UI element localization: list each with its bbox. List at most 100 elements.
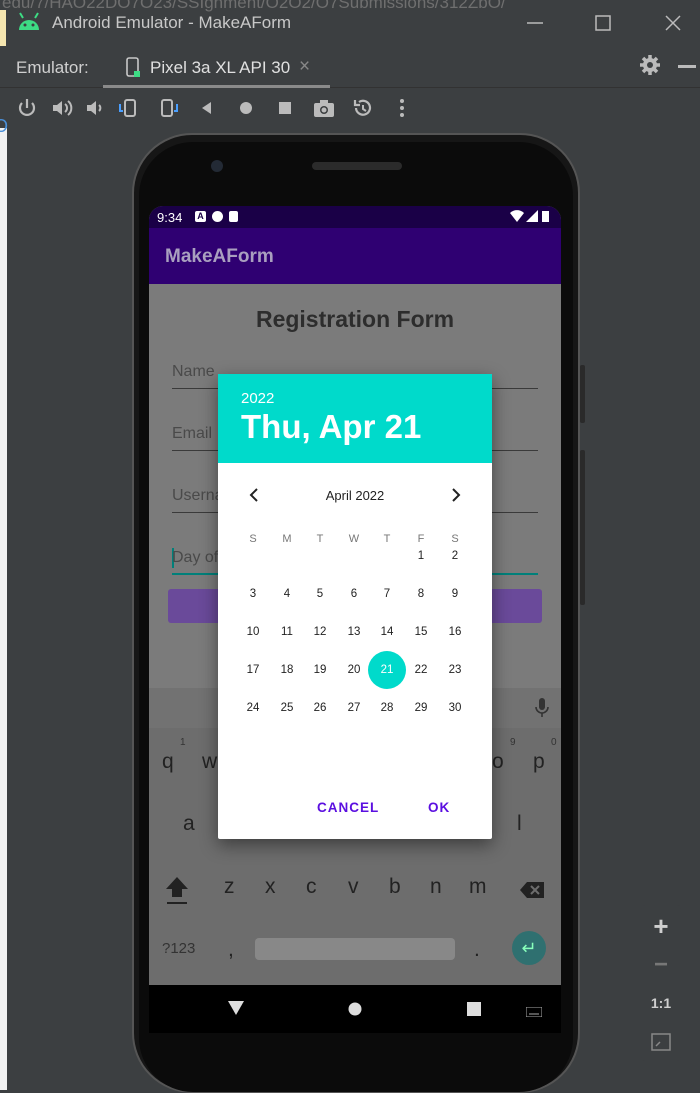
comma-key[interactable]: , — [228, 938, 234, 962]
calendar-day[interactable]: 28 — [368, 689, 406, 727]
key-o[interactable]: o — [492, 750, 504, 774]
date-picker-dialog: 2022 Thu, Apr 21 April 2022 CANCEL OK S M… — [218, 374, 492, 839]
device-tab-label: Pixel 3a XL API 30 — [150, 58, 291, 77]
zoom-out-button[interactable]: − — [641, 951, 681, 979]
zoom-in-button[interactable]: + — [641, 911, 681, 942]
zoom-actual-size-button[interactable]: 1:1 — [641, 995, 681, 1011]
chevron-right-icon[interactable] — [448, 486, 464, 504]
shift-icon[interactable] — [165, 875, 189, 910]
cancel-button[interactable]: CANCEL — [317, 800, 379, 815]
home-icon[interactable] — [234, 96, 258, 120]
emulator-toolbar — [0, 88, 700, 128]
close-window-button[interactable] — [660, 10, 686, 36]
panel-minimize-icon[interactable] — [678, 65, 696, 68]
month-navigation: April 2022 — [218, 482, 492, 508]
screenshot-icon[interactable] — [312, 96, 336, 120]
gear-icon[interactable] — [638, 53, 662, 82]
power-side-button[interactable] — [580, 450, 585, 605]
name-placeholder: Name — [172, 363, 215, 380]
date-picker-header: 2022 Thu, Apr 21 — [218, 374, 492, 463]
space-bar[interactable] — [255, 938, 455, 960]
sdcard-icon — [229, 211, 238, 222]
background-window-text: O — [0, 116, 9, 136]
volume-side-button[interactable] — [580, 365, 585, 423]
calendar-day[interactable]: 7 — [368, 575, 406, 613]
calendar-day[interactable]: 16 — [436, 613, 474, 651]
keyboard-switch-icon[interactable] — [525, 1004, 543, 1022]
key-n[interactable]: n — [430, 875, 442, 899]
emulator-tab-bar: Emulator: Pixel 3a XL API 30 × — [0, 46, 700, 88]
background-url-fragment: edu/7/HAO22DO7O23/SSIgnment/O2O2/O7Submi… — [2, 0, 506, 12]
volume-up-icon[interactable] — [50, 96, 74, 120]
calendar-day[interactable]: 19 — [301, 651, 339, 689]
front-camera — [211, 160, 223, 172]
app-title: MakeAForm — [165, 246, 274, 267]
calendar-day[interactable]: 30 — [436, 689, 474, 727]
calendar-day[interactable]: 2 — [436, 537, 474, 575]
key-w[interactable]: w — [202, 750, 217, 774]
tab-close-icon[interactable]: × — [299, 56, 310, 78]
snapshot-icon[interactable] — [351, 96, 375, 120]
key-number-hint: 9 — [510, 737, 516, 748]
overview-icon[interactable] — [273, 96, 297, 120]
zoom-panel: + − 1:1 — [641, 905, 681, 1061]
weekday-label: T — [383, 533, 391, 545]
mic-icon[interactable] — [535, 698, 549, 723]
weekday-label: T — [316, 533, 324, 545]
maximize-button[interactable] — [590, 10, 616, 36]
weekday-label: M — [282, 533, 292, 545]
calendar-day[interactable]: 15 — [402, 613, 440, 651]
key-z[interactable]: z — [224, 875, 235, 899]
status-time: 9:34 — [157, 210, 183, 225]
calendar-day[interactable]: 24 — [234, 689, 272, 727]
key-q[interactable]: q — [162, 750, 174, 774]
weekday-label: S — [249, 533, 257, 545]
enter-key-icon[interactable]: ↵ — [512, 931, 546, 965]
key-m[interactable]: m — [469, 875, 487, 899]
period-key[interactable]: . — [474, 938, 480, 962]
header-selected-date: Thu, Apr 21 — [241, 408, 422, 445]
header-year[interactable]: 2022 — [241, 390, 274, 407]
calendar-day[interactable]: 26 — [301, 689, 339, 727]
selected-day[interactable]: 21 — [368, 651, 406, 689]
key-v[interactable]: v — [348, 875, 359, 899]
minimize-button[interactable] — [522, 10, 548, 36]
key-x[interactable]: x — [265, 875, 276, 899]
calendar-day[interactable]: 17 — [234, 651, 272, 689]
back-icon[interactable] — [195, 96, 219, 120]
key-p[interactable]: p — [533, 750, 545, 774]
key-l[interactable]: l — [517, 812, 522, 836]
background-window-strip — [0, 10, 6, 46]
power-icon[interactable] — [15, 96, 39, 120]
calendar-day[interactable]: 3 — [234, 575, 272, 613]
backspace-icon[interactable] — [519, 881, 545, 904]
rotate-right-icon[interactable] — [156, 96, 180, 120]
symbols-key[interactable]: ?123 — [162, 940, 195, 957]
calendar-day[interactable]: 12 — [301, 613, 339, 651]
rotate-left-icon[interactable] — [117, 96, 141, 120]
background-window-edge: O — [0, 116, 8, 1090]
calendar-day[interactable]: 9 — [436, 575, 474, 613]
navigation-bar — [149, 985, 561, 1033]
calendar-day[interactable]: 23 — [436, 651, 474, 689]
device-tab[interactable]: Pixel 3a XL API 30 × — [103, 50, 330, 88]
calendar-day[interactable]: 8 — [402, 575, 440, 613]
keyboard-notification-icon: A — [195, 211, 206, 222]
calendar-day[interactable]: 1 — [402, 537, 440, 575]
calendar-day[interactable]: 10 — [234, 613, 272, 651]
more-icon[interactable] — [390, 96, 414, 120]
ok-button[interactable]: OK — [428, 800, 450, 815]
calendar-day[interactable]: 5 — [301, 575, 339, 613]
fit-screen-icon[interactable] — [651, 1033, 671, 1056]
nav-overview-icon[interactable] — [467, 1002, 481, 1021]
key-b[interactable]: b — [389, 875, 401, 899]
calendar-day[interactable]: 14 — [368, 613, 406, 651]
key-a[interactable]: a — [183, 812, 195, 836]
nav-back-icon[interactable] — [227, 1000, 245, 1021]
calendar-day[interactable]: 29 — [402, 689, 440, 727]
key-c[interactable]: c — [306, 875, 317, 899]
weekday-label: W — [348, 533, 360, 545]
nav-home-icon[interactable] — [348, 1002, 362, 1021]
volume-down-icon[interactable] — [83, 96, 107, 120]
calendar-day[interactable]: 22 — [402, 651, 440, 689]
